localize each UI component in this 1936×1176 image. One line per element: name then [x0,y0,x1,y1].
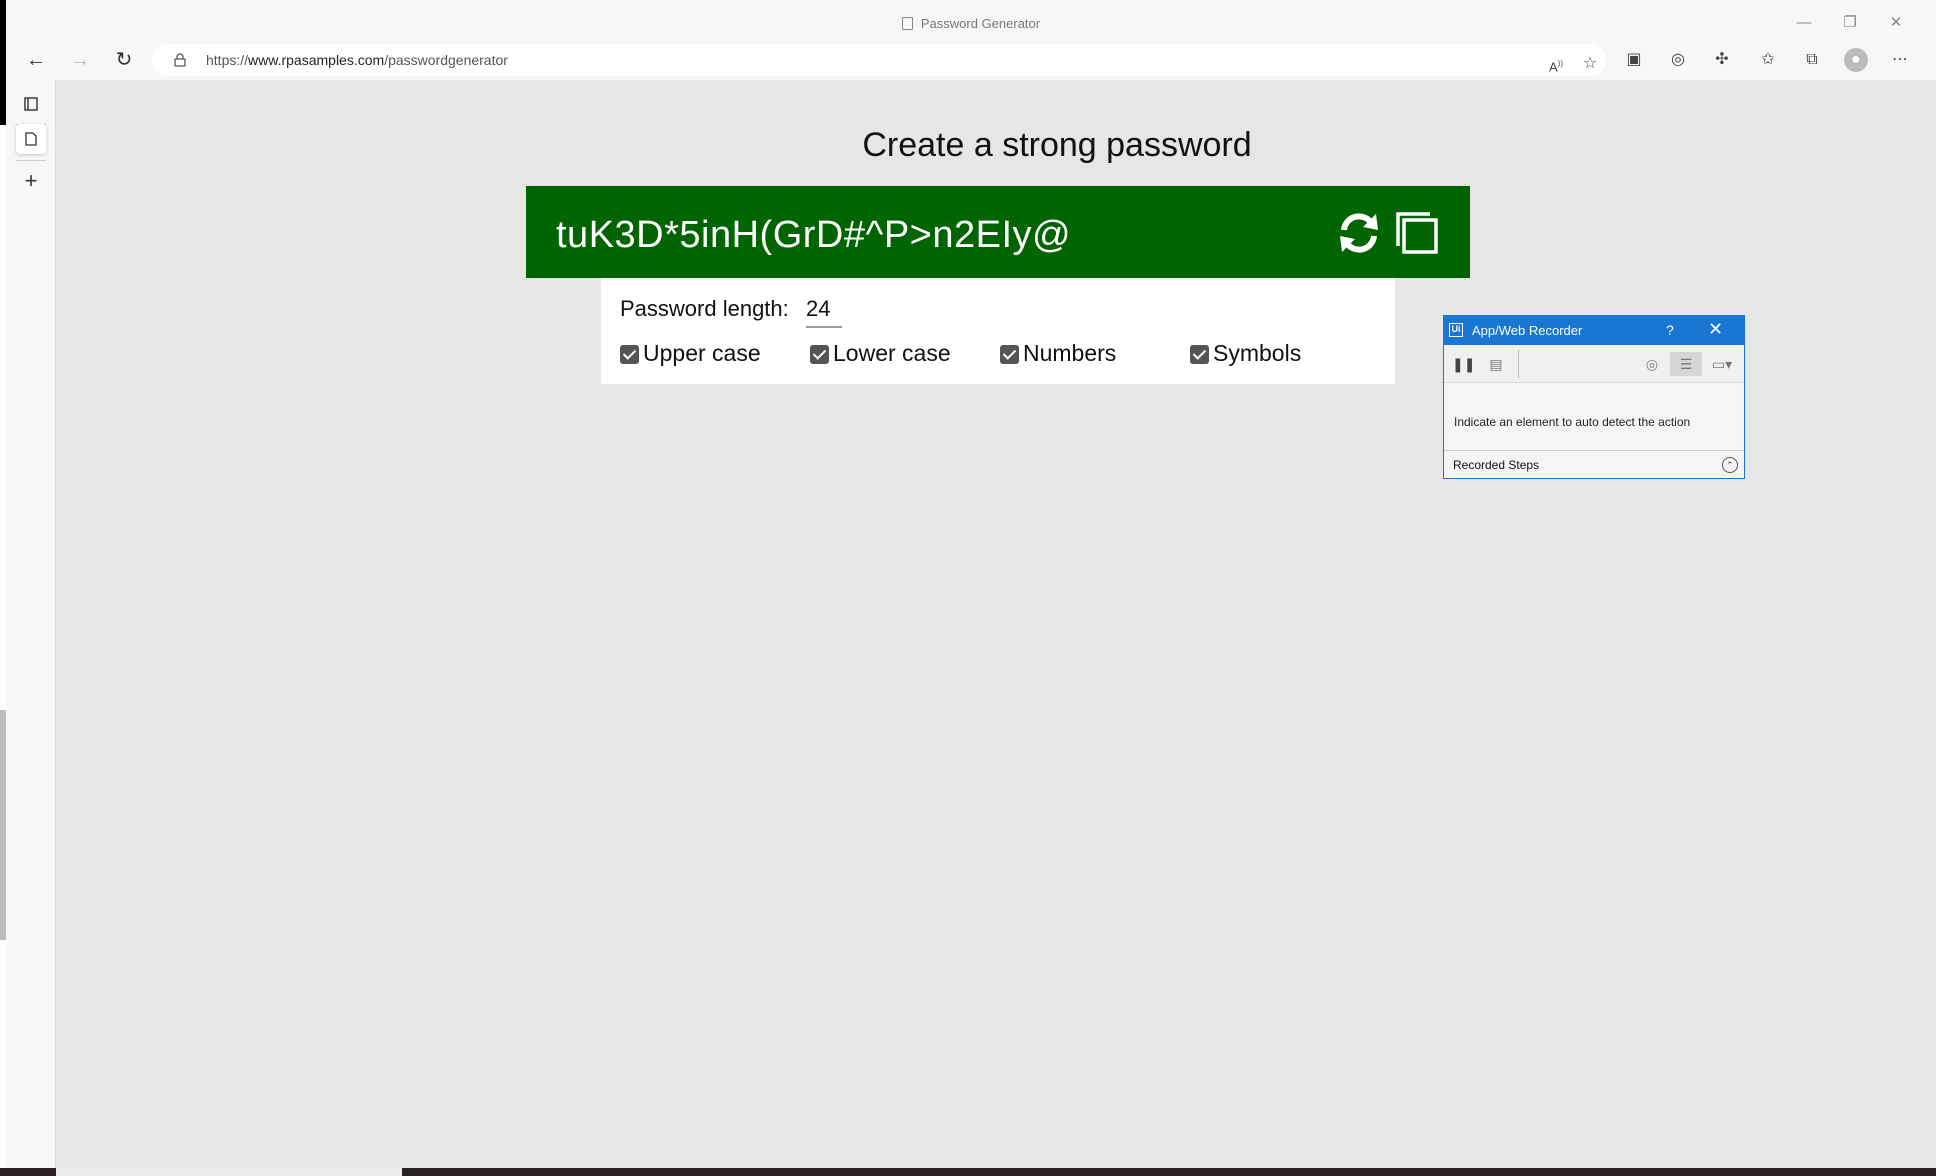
new-tab-button[interactable]: + [16,166,46,196]
length-input[interactable]: 24 [806,296,842,328]
lowercase-checkbox[interactable]: Lower case [810,340,951,367]
checkbox-icon[interactable] [1000,345,1019,364]
recorder-close-button[interactable]: ✕ [1708,319,1723,340]
password-display: tuK3D*5inH(GrD#^P>n2EIy@ [526,186,1470,278]
password-text[interactable]: tuK3D*5inH(GrD#^P>n2EIy@ [556,214,1071,257]
recorder-header: Ui App/Web Recorder ? ✕ [1444,316,1744,345]
address-bar[interactable]: https://www.rpasamples.com/passwordgener… [152,44,1606,76]
tab-password-generator[interactable] [16,124,46,154]
recorder-toolbar: ❚❚ ▤ ◎ ☰ ▭▾ [1444,345,1744,383]
help-button[interactable]: ? [1666,322,1674,338]
window-title: Password Generator [6,16,1936,31]
read-aloud-icon[interactable]: A)) [1544,52,1568,76]
password-options-panel: Password length: 24 Upper case Lower cas… [601,278,1395,384]
forward-button[interactable]: → [64,46,96,74]
minimize-button[interactable]: — [1782,10,1826,36]
url-text: https://www.rpasamples.com/passwordgener… [206,52,508,68]
tab-actions-icon[interactable] [16,89,46,119]
back-button[interactable]: ← [20,46,52,74]
profile-icon[interactable]: ● [1844,48,1868,72]
vertical-tabs-sidebar: + [6,80,56,1176]
recorder-title: App/Web Recorder [1472,323,1583,338]
split-screen-icon[interactable]: ▣ [1622,48,1646,72]
close-window-button[interactable]: ✕ [1874,10,1918,36]
browser-toolbar: ← → ↻ https://www.rpasamples.com/passwor… [6,40,1936,80]
uppercase-checkbox[interactable]: Upper case [620,340,761,367]
favorites-icon[interactable]: ✩ [1756,48,1780,72]
toolbar-divider [1518,350,1519,378]
lock-icon [174,53,186,67]
page-content: Create a strong password tuK3D*5inH(GrD#… [57,80,1936,1176]
symbols-checkbox[interactable]: Symbols [1190,340,1301,367]
extensions-icon[interactable]: ✣ [1710,48,1734,72]
pause-icon[interactable]: ❚❚ [1452,352,1475,376]
save-icon[interactable]: ▤ [1486,352,1506,376]
more-icon[interactable]: ⋯ [1888,48,1912,72]
app-web-recorder-panel: Ui App/Web Recorder ? ✕ ❚❚ ▤ ◎ ☰ ▭▾ Indi… [1443,315,1745,479]
recorded-steps-label: Recorded Steps [1453,458,1540,472]
uipath-logo-icon: Ui [1449,323,1463,337]
tracking-icon[interactable]: ◎ [1666,48,1690,72]
favorite-add-icon[interactable]: ☆ [1578,52,1602,76]
length-label: Password length: [620,296,789,321]
regenerate-icon[interactable] [1336,210,1382,256]
copy-icon[interactable] [1394,210,1440,256]
restore-button[interactable]: ❐ [1828,10,1872,36]
document-icon [901,17,913,30]
screen-options-icon[interactable]: ▭▾ [1706,352,1738,376]
refresh-button[interactable]: ↻ [108,46,140,74]
checkbox-icon[interactable] [620,345,639,364]
page-title: Create a strong password [862,126,1252,164]
taskbar-strip [0,1168,1936,1176]
steps-list-icon[interactable]: ☰ [1670,352,1702,376]
chevron-up-icon[interactable]: ⌃ [1722,457,1738,473]
checkbox-icon[interactable] [810,345,829,364]
recorded-steps-section[interactable]: Recorded Steps ⌃ [1444,450,1744,478]
collections-icon[interactable]: ⧉ [1800,48,1824,72]
numbers-checkbox[interactable]: Numbers [1000,340,1116,367]
checkbox-icon[interactable] [1190,345,1209,364]
recorder-message: Indicate an element to auto detect the a… [1454,415,1691,429]
target-icon[interactable]: ◎ [1642,352,1662,376]
